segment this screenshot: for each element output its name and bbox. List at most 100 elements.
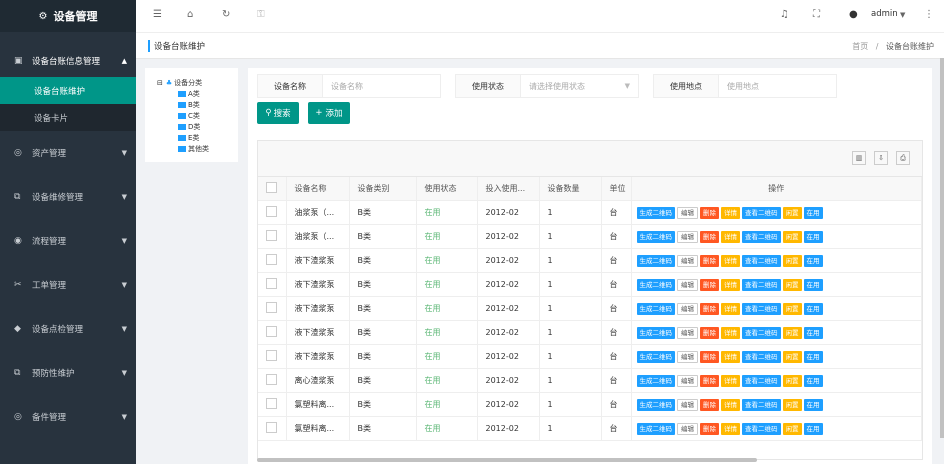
col-header[interactable]: 单位 [601, 177, 632, 201]
refresh-icon[interactable]: ↻ [222, 9, 230, 20]
col-header[interactable]: 使用状态 [416, 177, 478, 201]
qrcode-view-button[interactable]: 查看二维码 [742, 230, 781, 243]
detail-button[interactable]: 详情 [721, 278, 740, 291]
qrcode-view-button[interactable]: 查看二维码 [742, 302, 781, 315]
delete-button[interactable]: 删除 [700, 302, 719, 315]
delete-button[interactable]: 删除 [700, 254, 719, 267]
detail-button[interactable]: 详情 [721, 374, 740, 387]
qrcode-generate-button[interactable]: 生成二维码 [636, 230, 675, 243]
qrcode-generate-button[interactable]: 生成二维码 [636, 254, 675, 267]
edit-button[interactable]: 编辑 [677, 254, 698, 267]
breadcrumb-home[interactable]: 首页 [852, 42, 868, 51]
edit-button[interactable]: 编辑 [677, 302, 698, 315]
qrcode-view-button[interactable]: 查看二维码 [742, 254, 781, 267]
tree-root[interactable]: ⊟ ♣ 设备分类 [157, 78, 202, 88]
row-checkbox[interactable] [266, 350, 277, 361]
sidebar-item-assets[interactable]: ◎ 资产管理 ▼ [0, 131, 136, 175]
qrcode-view-button[interactable]: 查看二维码 [742, 398, 781, 411]
user-dropdown-icon[interactable]: ▼ [900, 11, 905, 19]
home-icon[interactable]: ⌂ [187, 9, 193, 20]
sidebar-item-flow[interactable]: ◉ 流程管理 ▼ [0, 219, 136, 263]
sidebar-item-device-ledger[interactable]: ▣ 设备台账信息管理 ▲ [0, 45, 136, 77]
qrcode-generate-button[interactable]: 生成二维码 [636, 326, 675, 339]
edit-button[interactable]: 编辑 [677, 326, 698, 339]
edit-button[interactable]: 编辑 [677, 398, 698, 411]
qrcode-view-button[interactable]: 查看二维码 [742, 350, 781, 363]
qrcode-generate-button[interactable]: 生成二维码 [636, 302, 675, 315]
lock-icon[interactable]: ⚿ [257, 9, 265, 20]
table-row[interactable]: 液下渣浆泵 B类 在用 2012-02 1 台生成二维码 编辑 删除 详情 查看二维码 闲置 在用 [258, 344, 922, 369]
idle-button[interactable]: 闲置 [782, 422, 802, 435]
detail-button[interactable]: 详情 [721, 302, 740, 315]
vertical-scrollbar[interactable] [940, 58, 944, 438]
delete-button[interactable]: 删除 [700, 326, 719, 339]
delete-button[interactable]: 删除 [700, 398, 719, 411]
tree-node[interactable]: E类 [178, 133, 199, 143]
tree-node[interactable]: B类 [178, 100, 200, 110]
table-row[interactable]: 氯塑料离... B类 在用 2012-02 1 台生成二维码 编辑 删除 详情 查看二维码 闲置 在用 [258, 416, 922, 441]
tree-node[interactable]: C类 [178, 111, 200, 121]
table-row[interactable]: 液下渣浆泵 B类 在用 2012-02 1 台生成二维码 编辑 删除 详情 查看二维码 闲置 在用 [258, 272, 922, 297]
qrcode-generate-button[interactable]: 生成二维码 [636, 350, 675, 363]
in-use-button[interactable]: 在用 [803, 254, 823, 267]
row-checkbox[interactable] [266, 422, 277, 433]
sidebar-item-workorder[interactable]: ✂ 工单管理 ▼ [0, 263, 136, 307]
user-name[interactable]: admin [871, 9, 898, 19]
idle-button[interactable]: 闲置 [782, 230, 802, 243]
qrcode-view-button[interactable]: 查看二维码 [742, 206, 781, 219]
qrcode-generate-button[interactable]: 生成二维码 [636, 398, 675, 411]
tree-node[interactable]: 其他类 [178, 144, 209, 154]
in-use-button[interactable]: 在用 [803, 230, 823, 243]
qrcode-view-button[interactable]: 查看二维码 [742, 326, 781, 339]
tree-node[interactable]: A类 [178, 89, 200, 99]
col-header[interactable]: 设备类别 [349, 177, 417, 201]
row-checkbox[interactable] [266, 230, 277, 241]
idle-button[interactable]: 闲置 [782, 302, 802, 315]
detail-button[interactable]: 详情 [721, 206, 740, 219]
idle-button[interactable]: 闲置 [782, 350, 802, 363]
idle-button[interactable]: 闲置 [782, 206, 802, 219]
table-row[interactable]: 液下渣浆泵 B类 在用 2012-02 1 台生成二维码 编辑 删除 详情 查看二维码 闲置 在用 [258, 296, 922, 321]
delete-button[interactable]: 删除 [700, 374, 719, 387]
detail-button[interactable]: 详情 [721, 422, 740, 435]
row-checkbox[interactable] [266, 374, 277, 385]
in-use-button[interactable]: 在用 [803, 326, 823, 339]
col-header[interactable]: 设备数量 [539, 177, 602, 201]
in-use-button[interactable]: 在用 [803, 422, 823, 435]
edit-button[interactable]: 编辑 [677, 422, 698, 435]
row-checkbox[interactable] [266, 302, 277, 313]
sidebar-item-spares[interactable]: ◎ 备件管理 ▼ [0, 395, 136, 439]
menu-toggle-icon[interactable]: ☰ [153, 9, 162, 20]
sidebar-item-repair[interactable]: ⧉ 设备维修管理 ▼ [0, 175, 136, 219]
table-row[interactable]: 油浆泵（... B类 在用 2012-02 1 台生成二维码 编辑 删除 详情 查看二维码 闲置 在用 [258, 200, 922, 225]
table-row[interactable]: 离心渣浆泵 B类 在用 2012-02 1 台生成二维码 编辑 删除 详情 查看二维码 闲置 在用 [258, 368, 922, 393]
table-row[interactable]: 液下渣浆泵 B类 在用 2012-02 1 台生成二维码 编辑 删除 详情 查看二维码 闲置 在用 [258, 248, 922, 273]
in-use-button[interactable]: 在用 [803, 398, 823, 411]
add-button[interactable]: + 添加 [308, 102, 350, 124]
idle-button[interactable]: 闲置 [782, 326, 802, 339]
idle-button[interactable]: 闲置 [782, 398, 802, 411]
table-row[interactable]: 液下渣浆泵 B类 在用 2012-02 1 台生成二维码 编辑 删除 详情 查看二维码 闲置 在用 [258, 320, 922, 345]
qrcode-generate-button[interactable]: 生成二维码 [636, 374, 675, 387]
delete-button[interactable]: 删除 [700, 206, 719, 219]
row-checkbox[interactable] [266, 398, 277, 409]
col-header[interactable]: 设备名称 [286, 177, 350, 201]
row-checkbox[interactable] [266, 278, 277, 289]
edit-button[interactable]: 编辑 [677, 374, 698, 387]
edit-button[interactable]: 编辑 [677, 278, 698, 291]
qrcode-generate-button[interactable]: 生成二维码 [636, 278, 675, 291]
collapse-icon[interactable]: ⊟ [157, 79, 163, 87]
in-use-button[interactable]: 在用 [803, 278, 823, 291]
delete-button[interactable]: 删除 [700, 350, 719, 363]
row-checkbox[interactable] [266, 254, 277, 265]
more-icon[interactable]: ⋮ [924, 9, 934, 20]
sidebar-item-preventive[interactable]: ⧉ 预防性维护 ▼ [0, 351, 136, 395]
location-filter-input[interactable]: 使用地点 [719, 81, 836, 92]
status-filter-select[interactable]: 请选择使用状态 [521, 81, 625, 92]
in-use-button[interactable]: 在用 [803, 374, 823, 387]
table-row[interactable]: 氯塑料离... B类 在用 2012-02 1 台生成二维码 编辑 删除 详情 查看二维码 闲置 在用 [258, 392, 922, 417]
columns-icon[interactable]: ▥ [852, 151, 866, 165]
delete-button[interactable]: 删除 [700, 422, 719, 435]
in-use-button[interactable]: 在用 [803, 302, 823, 315]
detail-button[interactable]: 详情 [721, 254, 740, 267]
